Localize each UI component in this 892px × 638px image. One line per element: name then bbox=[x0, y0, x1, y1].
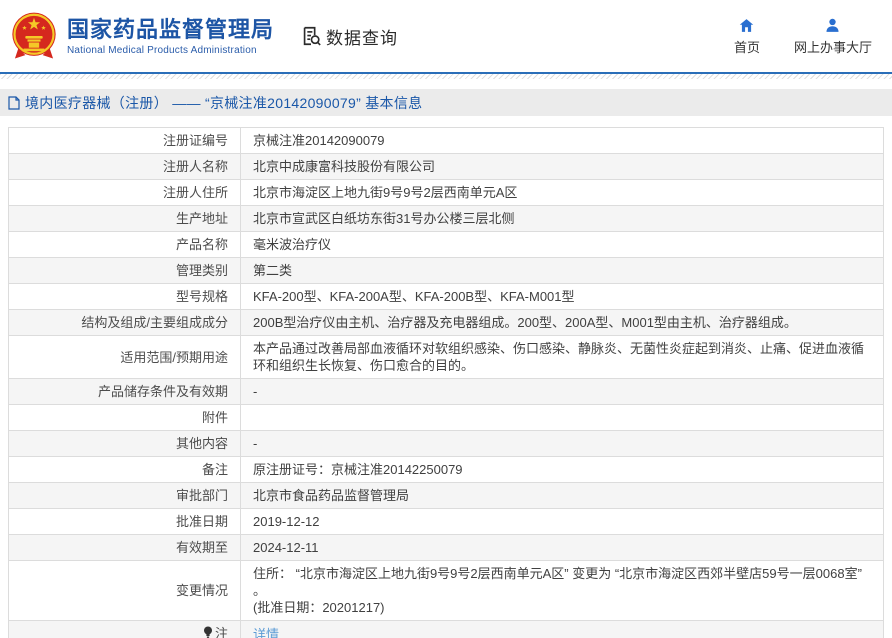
table-row: 适用范围/预期用途 本产品通过改善局部血液循环对软组织感染、伤口感染、静脉炎、无… bbox=[9, 336, 884, 379]
site-logo[interactable]: 国家药品监督管理局 National Medical Products Admi… bbox=[8, 10, 274, 62]
detail-link[interactable]: 详情 bbox=[253, 627, 279, 638]
field-value: 原注册证号：京械注准20142250079 bbox=[241, 457, 884, 483]
site-title: 国家药品监督管理局 bbox=[67, 17, 274, 43]
table-row: 审批部门 北京市食品药品监督管理局 bbox=[9, 483, 884, 509]
field-label-text: 注册证编号 bbox=[163, 133, 228, 148]
field-label: 型号规格 bbox=[9, 284, 241, 310]
nav-label-service-hall: 网上办事大厅 bbox=[794, 37, 872, 56]
field-label: 审批部门 bbox=[9, 483, 241, 509]
field-label-text: 结构及组成/主要组成成分 bbox=[81, 315, 228, 330]
table-row: 管理类别 第二类 bbox=[9, 258, 884, 284]
field-value: 北京中成康富科技股份有限公司 bbox=[241, 154, 884, 180]
breadcrumb: 境内医疗器械（注册） —— “京械注准20142090079” 基本信息 bbox=[0, 89, 892, 116]
field-label-text: 产品名称 bbox=[176, 237, 228, 252]
document-icon bbox=[8, 96, 20, 110]
site-subtitle: National Medical Products Administration bbox=[67, 45, 274, 56]
field-value: 2024-12-11 bbox=[241, 535, 884, 561]
breadcrumb-text: 境内医疗器械（注册） —— “京械注准20142090079” 基本信息 bbox=[25, 93, 422, 113]
field-label: 批准日期 bbox=[9, 509, 241, 535]
data-query-tab[interactable]: 数据查询 bbox=[300, 24, 398, 49]
field-label: 注册人名称 bbox=[9, 154, 241, 180]
hatch-divider bbox=[0, 74, 892, 79]
table-row: 附件 bbox=[9, 405, 884, 431]
table-row: 型号规格 KFA-200型、KFA-200A型、KFA-200B型、KFA-M0… bbox=[9, 284, 884, 310]
field-value: 北京市海淀区上地九街9号9号2层西南单元A区 bbox=[241, 180, 884, 206]
table-row: 注册人住所 北京市海淀区上地九街9号9号2层西南单元A区 bbox=[9, 180, 884, 206]
info-table: 注册证编号 京械注准20142090079 注册人名称 北京中成康富科技股份有限… bbox=[8, 127, 884, 638]
field-label: 有效期至 bbox=[9, 535, 241, 561]
field-label-text: 变更情况 bbox=[176, 583, 228, 598]
table-row: 有效期至 2024-12-11 bbox=[9, 535, 884, 561]
field-label: 生产地址 bbox=[9, 206, 241, 232]
field-label: 其他内容 bbox=[9, 431, 241, 457]
field-label: 产品名称 bbox=[9, 232, 241, 258]
field-label: 注册证编号 bbox=[9, 128, 241, 154]
table-row: 注册人名称 北京中成康富科技股份有限公司 bbox=[9, 154, 884, 180]
field-label-text: 备注 bbox=[202, 462, 228, 477]
header-nav: 首页 网上办事大厅 bbox=[734, 17, 872, 56]
field-label: 产品储存条件及有效期 bbox=[9, 379, 241, 405]
field-value: - bbox=[241, 379, 884, 405]
home-icon bbox=[738, 17, 755, 34]
field-value: 京械注准20142090079 bbox=[241, 128, 884, 154]
doc-search-icon bbox=[300, 25, 322, 47]
field-value: 北京市食品药品监督管理局 bbox=[241, 483, 884, 509]
field-label: 结构及组成/主要组成成分 bbox=[9, 310, 241, 336]
field-value: 详情 bbox=[241, 621, 884, 638]
field-label: 注 bbox=[9, 621, 241, 638]
field-label-text: 生产地址 bbox=[176, 211, 228, 226]
user-icon bbox=[824, 17, 841, 34]
field-label-text: 批准日期 bbox=[176, 514, 228, 529]
table-row: 批准日期 2019-12-12 bbox=[9, 509, 884, 535]
nav-item-service-hall[interactable]: 网上办事大厅 bbox=[794, 17, 872, 56]
table-row: 变更情况 住所： “北京市海淀区上地九街9号9号2层西南单元A区” 变更为 “北… bbox=[9, 561, 884, 621]
field-label: 变更情况 bbox=[9, 561, 241, 621]
field-value: 北京市宣武区白纸坊东街31号办公楼三层北侧 bbox=[241, 206, 884, 232]
field-label-text: 产品储存条件及有效期 bbox=[98, 384, 228, 399]
field-label: 备注 bbox=[9, 457, 241, 483]
table-row: 产品名称 毫米波治疗仪 bbox=[9, 232, 884, 258]
field-label-text: 审批部门 bbox=[176, 488, 228, 503]
field-label-text: 注 bbox=[215, 626, 228, 638]
field-label: 附件 bbox=[9, 405, 241, 431]
field-label-text: 其他内容 bbox=[176, 436, 228, 451]
field-label-text: 适用范围/预期用途 bbox=[120, 350, 228, 365]
bulb-icon bbox=[203, 626, 213, 638]
field-label: 注册人住所 bbox=[9, 180, 241, 206]
field-value: 第二类 bbox=[241, 258, 884, 284]
field-label: 管理类别 bbox=[9, 258, 241, 284]
field-label-text: 有效期至 bbox=[176, 540, 228, 555]
field-value bbox=[241, 405, 884, 431]
table-row: 生产地址 北京市宣武区白纸坊东街31号办公楼三层北侧 bbox=[9, 206, 884, 232]
info-table-body: 注册证编号 京械注准20142090079 注册人名称 北京中成康富科技股份有限… bbox=[9, 128, 884, 638]
field-value: 200B型治疗仪由主机、治疗器及充电器组成。200型、200A型、M001型由主… bbox=[241, 310, 884, 336]
field-value: 住所： “北京市海淀区上地九街9号9号2层西南单元A区” 变更为 “北京市海淀区… bbox=[241, 561, 884, 621]
table-row: 产品储存条件及有效期 - bbox=[9, 379, 884, 405]
table-row: 注册证编号 京械注准20142090079 bbox=[9, 128, 884, 154]
field-value: - bbox=[241, 431, 884, 457]
nav-item-home[interactable]: 首页 bbox=[734, 17, 760, 56]
field-label-text: 管理类别 bbox=[176, 263, 228, 278]
field-label-text: 型号规格 bbox=[176, 289, 228, 304]
data-query-label: 数据查询 bbox=[326, 24, 398, 49]
field-value: 2019-12-12 bbox=[241, 509, 884, 535]
site-title-block: 国家药品监督管理局 National Medical Products Admi… bbox=[67, 17, 274, 56]
table-row: 其他内容 - bbox=[9, 431, 884, 457]
national-emblem-icon bbox=[8, 10, 60, 62]
field-label-text: 注册人名称 bbox=[163, 159, 228, 174]
nav-label-home: 首页 bbox=[734, 37, 760, 56]
table-row: 注 详情 bbox=[9, 621, 884, 638]
table-row: 结构及组成/主要组成成分 200B型治疗仪由主机、治疗器及充电器组成。200型、… bbox=[9, 310, 884, 336]
field-label: 适用范围/预期用途 bbox=[9, 336, 241, 379]
field-value: KFA-200型、KFA-200A型、KFA-200B型、KFA-M001型 bbox=[241, 284, 884, 310]
table-row: 备注 原注册证号：京械注准20142250079 bbox=[9, 457, 884, 483]
field-label-text: 附件 bbox=[202, 410, 228, 425]
site-header: 国家药品监督管理局 National Medical Products Admi… bbox=[0, 0, 892, 74]
field-value: 毫米波治疗仪 bbox=[241, 232, 884, 258]
field-label-text: 注册人住所 bbox=[163, 185, 228, 200]
field-value: 本产品通过改善局部血液循环对软组织感染、伤口感染、静脉炎、无菌性炎症起到消炎、止… bbox=[241, 336, 884, 379]
